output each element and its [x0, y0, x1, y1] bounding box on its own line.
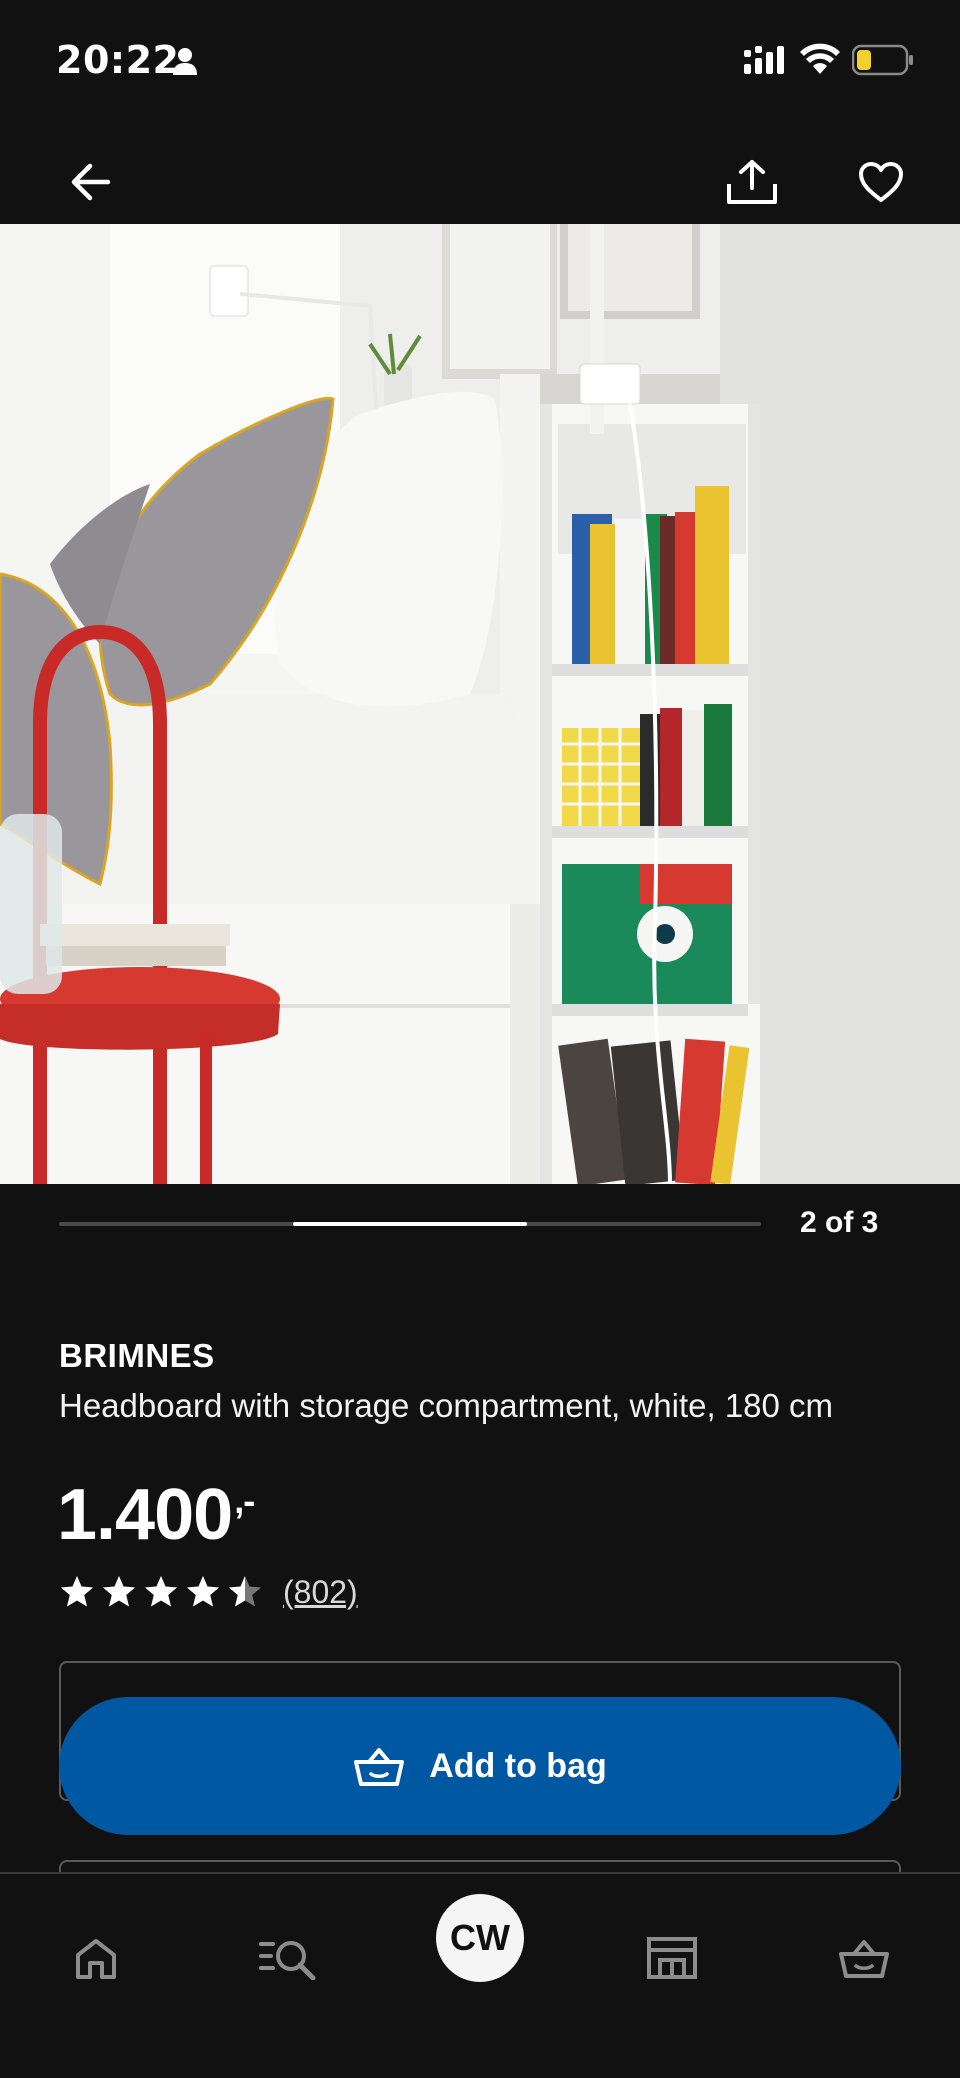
price-amount: 1.400	[57, 1475, 233, 1555]
star-icon	[61, 1576, 93, 1607]
star-icon	[145, 1576, 177, 1607]
top-nav	[0, 120, 960, 224]
status-bar: 20:22	[0, 0, 960, 120]
store-icon	[647, 1937, 697, 1979]
nav-search[interactable]	[248, 1918, 328, 1998]
star-icon	[229, 1576, 261, 1607]
share-button[interactable]	[712, 142, 792, 222]
search-icon	[259, 1941, 316, 1980]
carousel-counter: 2 of 3	[800, 1206, 879, 1239]
battery-icon	[852, 44, 913, 76]
add-to-bag-label: Add to bag	[429, 1746, 607, 1785]
image-carousel-indicator: 2 of 3	[0, 1184, 960, 1274]
nav-store[interactable]	[632, 1918, 712, 1998]
home-icon	[76, 1939, 116, 1979]
product-image[interactable]	[0, 224, 960, 1184]
review-count-link[interactable]: (802)	[283, 1574, 358, 1611]
share-icon	[727, 160, 777, 204]
favorite-button[interactable]	[841, 142, 921, 222]
product-description: Headboard with storage compartment, whit…	[59, 1387, 834, 1424]
product-price: 1.400,-	[57, 1474, 255, 1556]
signal-icon	[744, 46, 784, 74]
add-to-bag-button[interactable]: Add to bag	[59, 1697, 901, 1835]
star-icon	[187, 1576, 219, 1607]
heart-icon	[859, 162, 903, 202]
bag-icon	[354, 1748, 405, 1786]
nav-bag[interactable]	[824, 1918, 904, 1998]
product-photo	[0, 224, 960, 1184]
product-name: BRIMNES	[59, 1337, 215, 1374]
status-time: 20:22	[56, 38, 180, 82]
bag-icon	[839, 1940, 889, 1978]
nav-home[interactable]	[56, 1918, 136, 1998]
price-suffix: ,-	[234, 1480, 255, 1521]
star-icon	[103, 1576, 135, 1607]
nav-profile-avatar[interactable]: CW	[436, 1894, 524, 1982]
bottom-nav: CW	[0, 1872, 960, 2078]
back-button[interactable]	[50, 142, 130, 222]
carousel-track-fill	[293, 1222, 527, 1226]
product-rating[interactable]: (802)	[59, 1572, 358, 1612]
rating-stars	[59, 1574, 263, 1610]
arrow-left-icon	[71, 163, 111, 201]
person-icon	[173, 48, 197, 75]
carousel-track	[59, 1222, 761, 1226]
wifi-icon	[800, 43, 840, 74]
